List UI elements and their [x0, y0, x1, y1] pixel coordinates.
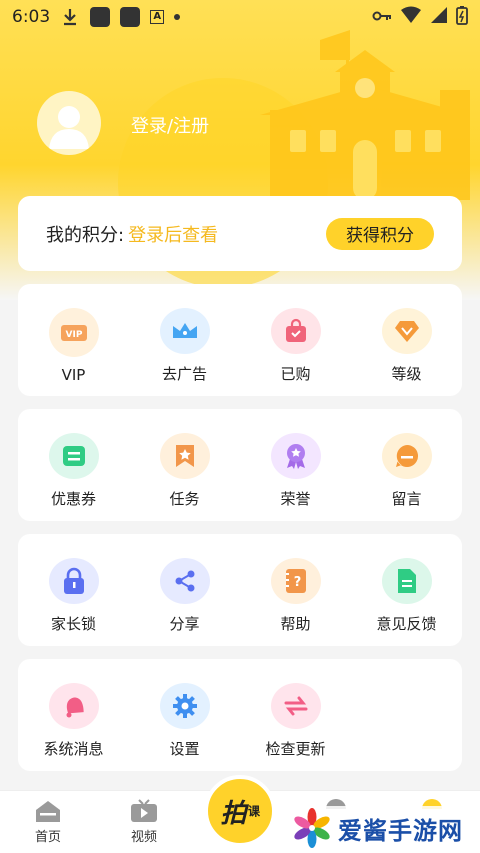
menu-item-label: 荣誉 — [280, 490, 311, 508]
feedback-doc-icon — [381, 558, 432, 604]
nav-item-home[interactable]: 首页 — [18, 799, 78, 845]
menu-item-label: 检查更新 — [265, 740, 326, 758]
menu-item-label: 家长锁 — [50, 615, 96, 633]
refresh-arrows-icon — [270, 683, 321, 729]
menu-item-label: 意见反馈 — [376, 615, 437, 633]
points-label: 我的积分: — [46, 224, 125, 246]
menu-item-settings[interactable]: 设置 — [129, 683, 240, 759]
menu-item-label: 分享 — [169, 615, 200, 633]
menu-item-messages[interactable]: 留言 — [351, 433, 462, 509]
menu-item-parent-lock[interactable]: 家长锁 — [18, 558, 129, 634]
login-register-link[interactable]: 登录/注册 — [131, 112, 209, 138]
key-icon — [372, 7, 392, 27]
menu-item-check-update[interactable]: 检查更新 — [240, 683, 351, 759]
menu-item-label: VIP — [61, 366, 86, 384]
snap-lesson-sub-text: 课 — [246, 805, 261, 817]
bell-icon — [48, 683, 99, 729]
menu-item-label: 已购 — [280, 365, 311, 383]
menu-item-remove-ads[interactable]: 去广告 — [129, 308, 240, 384]
watermark-text: 爱酱手游网 — [338, 816, 463, 845]
menu-item-label: 去广告 — [161, 365, 207, 383]
app-notification-icon — [120, 7, 141, 27]
menu-item-coupons[interactable]: 优惠券 — [18, 433, 129, 509]
menu-card-account: VIP VIP 去广告 已购 等级 — [18, 284, 462, 396]
download-icon — [60, 7, 80, 27]
menu-item-label: 等级 — [391, 365, 422, 383]
font-notification-icon: A — [150, 10, 165, 24]
points-card: 我的积分: 登录后查看 获得积分 — [18, 196, 462, 271]
vip-icon: VIP — [48, 308, 99, 357]
gear-icon — [159, 683, 210, 729]
menu-item-label: 优惠券 — [50, 490, 96, 508]
menu-card-tools: 家长锁 分享 ? 帮助 意见反馈 — [18, 534, 462, 646]
menu-item-vip[interactable]: VIP VIP — [18, 308, 129, 384]
nav-label-video: 视频 — [130, 830, 157, 845]
help-book-icon: ? — [270, 558, 321, 604]
menu-item-share[interactable]: 分享 — [129, 558, 240, 634]
avatar[interactable] — [37, 91, 101, 155]
message-icon — [381, 433, 432, 479]
menu-item-label: 系统消息 — [43, 740, 104, 758]
more-notifications-dot-icon — [174, 14, 181, 20]
menu-item-help[interactable]: ? 帮助 — [240, 558, 351, 634]
menu-item-system-messages[interactable]: 系统消息 — [18, 683, 129, 759]
menu-item-purchased[interactable]: 已购 — [240, 308, 351, 384]
diamond-icon — [381, 308, 432, 354]
user-avatar-icon — [49, 106, 89, 149]
menu-item-label: 任务 — [169, 490, 200, 508]
signal-icon — [430, 6, 448, 29]
bookmark-star-icon — [159, 433, 210, 479]
menu-item-honors[interactable]: 荣誉 — [240, 433, 351, 509]
svg-text:?: ? — [293, 575, 301, 590]
menu-card-system: 系统消息 设置 检查更新 — [18, 659, 462, 771]
battery-icon — [456, 5, 468, 30]
nav-item-video[interactable]: 视频 — [114, 799, 174, 845]
wifi-icon — [400, 6, 422, 29]
menu-item-level[interactable]: 等级 — [351, 308, 462, 384]
menu-card-activities: 优惠券 任务 荣誉 留言 — [18, 409, 462, 521]
snap-lesson-main-text: 拍 — [220, 798, 247, 829]
coupon-icon — [48, 433, 99, 479]
menu-item-tasks[interactable]: 任务 — [129, 433, 240, 509]
nav-label-home: 首页 — [34, 830, 61, 845]
snap-lesson-button[interactable]: 拍 课 — [204, 775, 276, 847]
medal-icon — [270, 433, 321, 479]
home-icon — [36, 801, 60, 822]
svg-text:VIP: VIP — [65, 330, 82, 340]
points-value[interactable]: 登录后查看 — [128, 221, 218, 247]
app-notification-icon — [90, 7, 111, 27]
share-icon — [159, 558, 210, 604]
watermark: 爱酱手游网 — [292, 806, 477, 850]
status-time: 6:03 — [12, 7, 51, 27]
menu-item-label: 留言 — [391, 490, 422, 508]
shopping-bag-icon — [270, 308, 321, 354]
tv-icon — [131, 799, 157, 822]
earn-points-button[interactable]: 获得积分 — [326, 217, 434, 250]
pinwheel-logo-icon — [294, 808, 330, 848]
crown-icon — [159, 308, 210, 354]
lock-icon — [48, 558, 99, 604]
menu-item-label: 设置 — [169, 740, 200, 758]
status-bar: 6:03 A — [0, 0, 480, 34]
menu-item-label: 帮助 — [280, 615, 311, 633]
school-building-illustration — [260, 30, 470, 200]
menu-item-feedback[interactable]: 意见反馈 — [351, 558, 462, 634]
